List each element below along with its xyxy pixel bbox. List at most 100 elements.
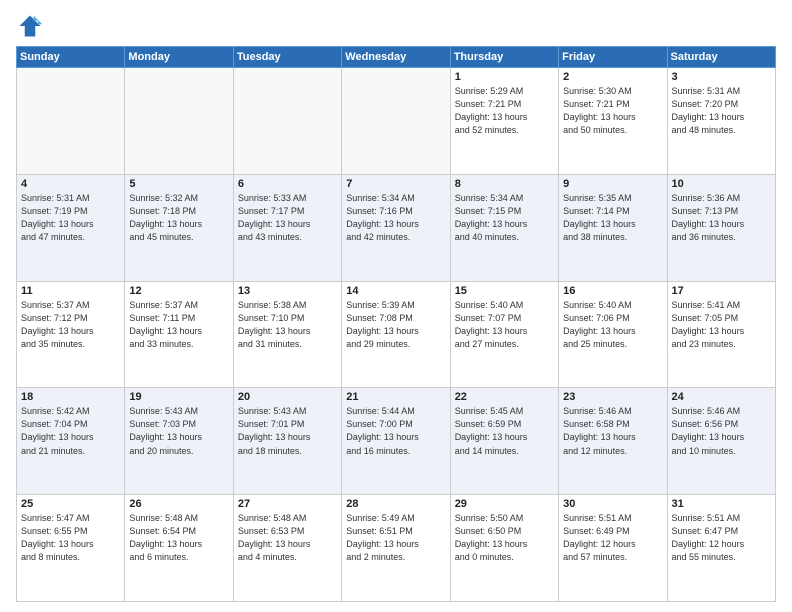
cell-info: Sunrise: 5:38 AM Sunset: 7:10 PM Dayligh… [238,299,337,351]
cell-info: Sunrise: 5:41 AM Sunset: 7:05 PM Dayligh… [672,299,771,351]
calendar-cell: 2Sunrise: 5:30 AM Sunset: 7:21 PM Daylig… [559,68,667,175]
cell-info: Sunrise: 5:37 AM Sunset: 7:11 PM Dayligh… [129,299,228,351]
calendar-cell: 5 Sunrise: 5:32 AM Sunset: 7:18 PM Daylig… [125,174,233,281]
calendar-cell: 4 Sunrise: 5:31 AM Sunset: 7:19 PM Daylig… [17,174,125,281]
day-number: 24 [672,391,771,403]
logo [16,12,48,40]
cell-info: Sunrise: 5:35 AM Sunset: 7:14 PM Dayligh… [563,192,662,244]
calendar-cell [17,68,125,175]
day-number: 16 [563,285,662,297]
day-number: 8 [455,178,554,190]
cell-info: Sunrise: 5:46 AM Sunset: 6:58 PM Dayligh… [563,405,662,457]
calendar-cell: 29Sunrise: 5:50 AM Sunset: 6:50 PM Dayli… [450,495,558,602]
day-number: 10 [672,178,771,190]
week-row-4: 18 Sunrise: 5:42 AM Sunset: 7:04 PM Dayli… [17,388,776,495]
calendar-header-row: SundayMondayTuesdayWednesdayThursdayFrid… [17,47,776,68]
day-number: 26 [129,498,228,510]
day-number: 29 [455,498,554,510]
day-number: 27 [238,498,337,510]
cell-info: Sunrise: 5:39 AM Sunset: 7:08 PM Dayligh… [346,299,445,351]
day-header-thursday: Thursday [450,47,558,68]
cell-info: Sunrise: 5:49 AM Sunset: 6:51 PM Dayligh… [346,512,445,564]
cell-info: Sunrise: 5:42 AM Sunset: 7:04 PM Dayligh… [21,405,120,457]
day-number: 4 [21,178,120,190]
day-number: 20 [238,391,337,403]
day-number: 11 [21,285,120,297]
calendar-cell: 19Sunrise: 5:43 AM Sunset: 7:03 PM Dayli… [125,388,233,495]
day-number: 7 [346,178,445,190]
day-header-monday: Monday [125,47,233,68]
day-header-sunday: Sunday [17,47,125,68]
cell-info: Sunrise: 5:47 AM Sunset: 6:55 PM Dayligh… [21,512,120,564]
calendar-cell: 3Sunrise: 5:31 AM Sunset: 7:20 PM Daylig… [667,68,775,175]
calendar-cell: 7 Sunrise: 5:34 AM Sunset: 7:16 PM Daylig… [342,174,450,281]
cell-info: Sunrise: 5:36 AM Sunset: 7:13 PM Dayligh… [672,192,771,244]
calendar-cell: 31Sunrise: 5:51 AM Sunset: 6:47 PM Dayli… [667,495,775,602]
day-header-saturday: Saturday [667,47,775,68]
day-number: 23 [563,391,662,403]
cell-info: Sunrise: 5:32 AM Sunset: 7:18 PM Dayligh… [129,192,228,244]
day-number: 30 [563,498,662,510]
day-number: 1 [455,71,554,83]
day-number: 31 [672,498,771,510]
day-number: 22 [455,391,554,403]
day-number: 17 [672,285,771,297]
day-header-wednesday: Wednesday [342,47,450,68]
cell-info: Sunrise: 5:43 AM Sunset: 7:01 PM Dayligh… [238,405,337,457]
logo-icon [16,12,44,40]
day-header-friday: Friday [559,47,667,68]
calendar-cell: 18 Sunrise: 5:42 AM Sunset: 7:04 PM Dayli… [17,388,125,495]
calendar-cell [125,68,233,175]
cell-info: Sunrise: 5:48 AM Sunset: 6:53 PM Dayligh… [238,512,337,564]
calendar-cell: 21Sunrise: 5:44 AM Sunset: 7:00 PM Dayli… [342,388,450,495]
day-header-tuesday: Tuesday [233,47,341,68]
page: SundayMondayTuesdayWednesdayThursdayFrid… [0,0,792,612]
cell-info: Sunrise: 5:37 AM Sunset: 7:12 PM Dayligh… [21,299,120,351]
day-number: 12 [129,285,228,297]
calendar-cell: 1 Sunrise: 5:29 AM Sunset: 7:21 PM Daylig… [450,68,558,175]
header [16,12,776,40]
cell-info: Sunrise: 5:45 AM Sunset: 6:59 PM Dayligh… [455,405,554,457]
cell-info: Sunrise: 5:40 AM Sunset: 7:07 PM Dayligh… [455,299,554,351]
calendar-cell: 6Sunrise: 5:33 AM Sunset: 7:17 PM Daylig… [233,174,341,281]
cell-info: Sunrise: 5:29 AM Sunset: 7:21 PM Dayligh… [455,85,554,137]
calendar-cell: 10 Sunrise: 5:36 AM Sunset: 7:13 PM Dayli… [667,174,775,281]
day-number: 14 [346,285,445,297]
cell-info: Sunrise: 5:48 AM Sunset: 6:54 PM Dayligh… [129,512,228,564]
calendar-cell: 20 Sunrise: 5:43 AM Sunset: 7:01 PM Dayli… [233,388,341,495]
week-row-1: 1 Sunrise: 5:29 AM Sunset: 7:21 PM Daylig… [17,68,776,175]
calendar-cell: 15 Sunrise: 5:40 AM Sunset: 7:07 PM Dayli… [450,281,558,388]
day-number: 21 [346,391,445,403]
day-number: 19 [129,391,228,403]
calendar-cell: 22 Sunrise: 5:45 AM Sunset: 6:59 PM Dayli… [450,388,558,495]
cell-info: Sunrise: 5:40 AM Sunset: 7:06 PM Dayligh… [563,299,662,351]
calendar-cell [342,68,450,175]
day-number: 18 [21,391,120,403]
cell-info: Sunrise: 5:33 AM Sunset: 7:17 PM Dayligh… [238,192,337,244]
calendar-cell: 30 Sunrise: 5:51 AM Sunset: 6:49 PM Dayli… [559,495,667,602]
cell-info: Sunrise: 5:31 AM Sunset: 7:19 PM Dayligh… [21,192,120,244]
cell-info: Sunrise: 5:34 AM Sunset: 7:16 PM Dayligh… [346,192,445,244]
calendar-cell: 12 Sunrise: 5:37 AM Sunset: 7:11 PM Dayli… [125,281,233,388]
calendar-cell: 11 Sunrise: 5:37 AM Sunset: 7:12 PM Dayli… [17,281,125,388]
calendar-cell [233,68,341,175]
calendar-cell: 24Sunrise: 5:46 AM Sunset: 6:56 PM Dayli… [667,388,775,495]
calendar-cell: 8 Sunrise: 5:34 AM Sunset: 7:15 PM Daylig… [450,174,558,281]
calendar-cell: 23 Sunrise: 5:46 AM Sunset: 6:58 PM Dayli… [559,388,667,495]
calendar-cell: 25 Sunrise: 5:47 AM Sunset: 6:55 PM Dayli… [17,495,125,602]
day-number: 5 [129,178,228,190]
calendar-cell: 16 Sunrise: 5:40 AM Sunset: 7:06 PM Dayli… [559,281,667,388]
day-number: 25 [21,498,120,510]
cell-info: Sunrise: 5:34 AM Sunset: 7:15 PM Dayligh… [455,192,554,244]
day-number: 9 [563,178,662,190]
calendar-cell: 28 Sunrise: 5:49 AM Sunset: 6:51 PM Dayli… [342,495,450,602]
day-number: 28 [346,498,445,510]
week-row-3: 11 Sunrise: 5:37 AM Sunset: 7:12 PM Dayli… [17,281,776,388]
calendar-cell: 14 Sunrise: 5:39 AM Sunset: 7:08 PM Dayli… [342,281,450,388]
calendar-table: SundayMondayTuesdayWednesdayThursdayFrid… [16,46,776,602]
day-number: 15 [455,285,554,297]
calendar-cell: 13Sunrise: 5:38 AM Sunset: 7:10 PM Dayli… [233,281,341,388]
cell-info: Sunrise: 5:51 AM Sunset: 6:49 PM Dayligh… [563,512,662,564]
calendar-cell: 17 Sunrise: 5:41 AM Sunset: 7:05 PM Dayli… [667,281,775,388]
calendar-cell: 27 Sunrise: 5:48 AM Sunset: 6:53 PM Dayli… [233,495,341,602]
